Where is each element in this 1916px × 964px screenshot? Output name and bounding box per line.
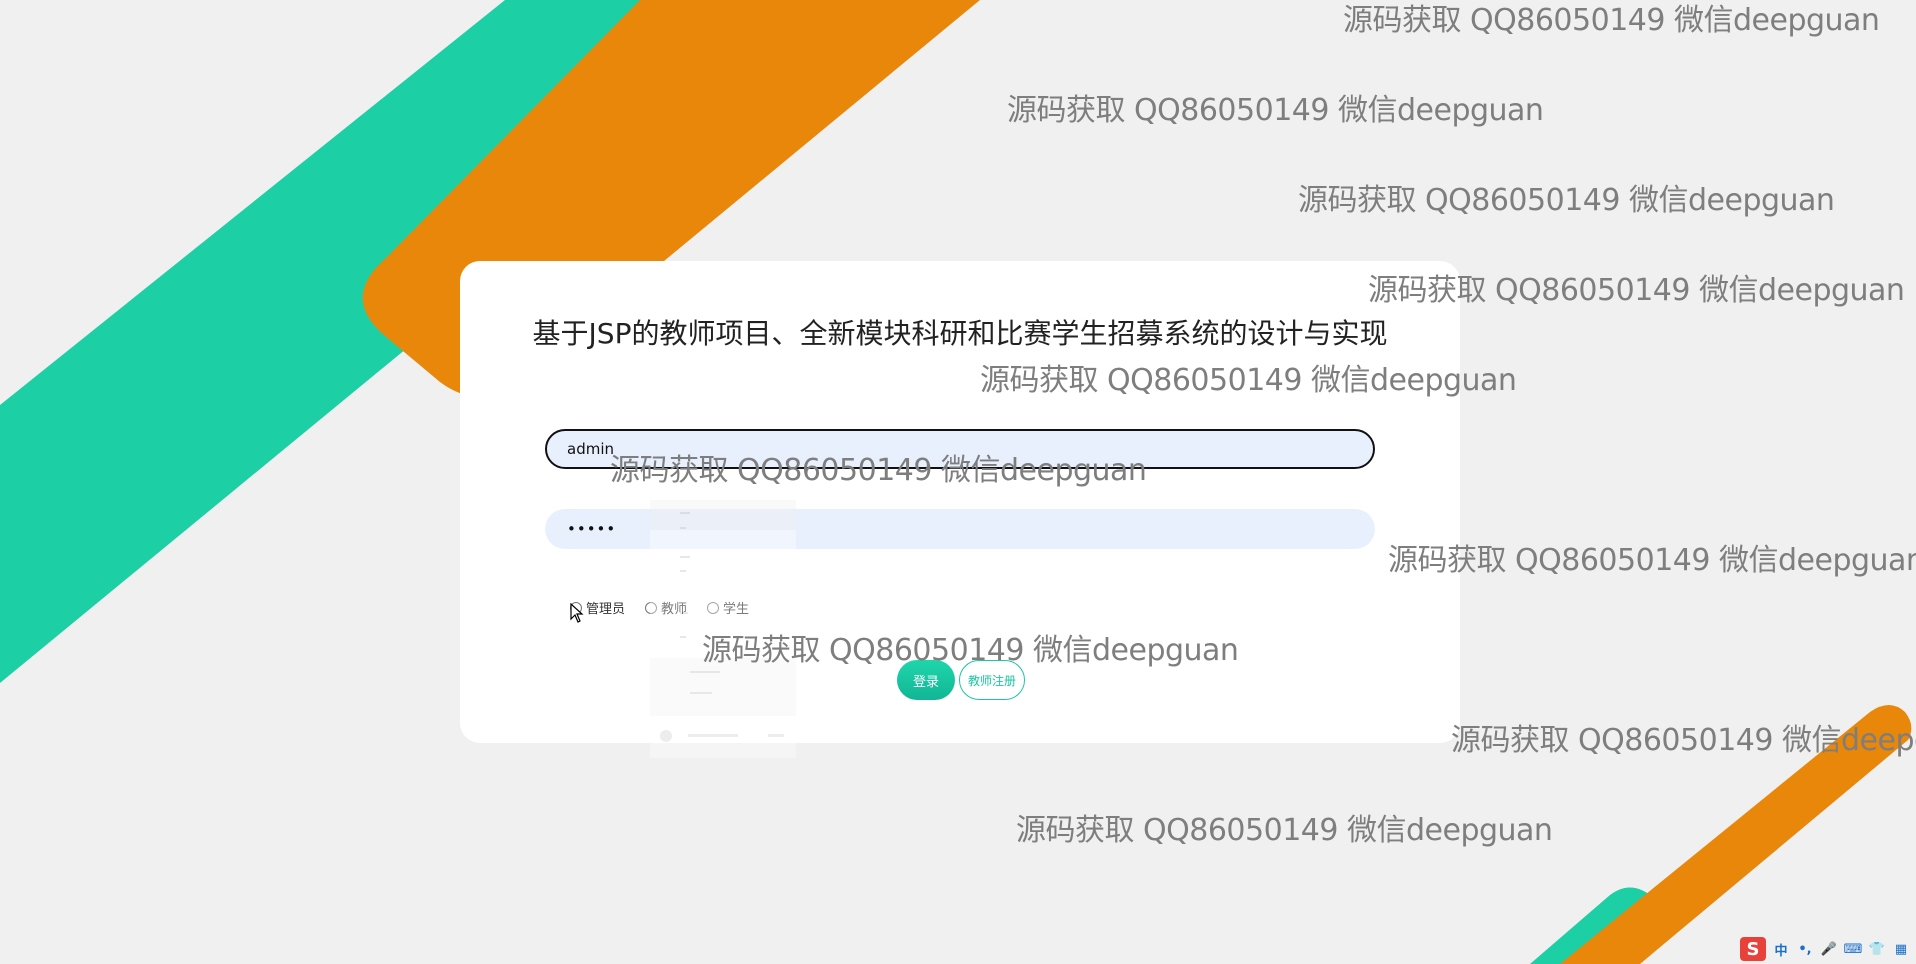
login-page: 基于JSP的教师项目、全新模块科研和比赛学生招募系统的设计与实现 管理员 教师 … bbox=[0, 0, 1916, 964]
skin-icon[interactable]: 👕 bbox=[1868, 940, 1886, 958]
system-title: 基于JSP的教师项目、全新模块科研和比赛学生招募系统的设计与实现 bbox=[532, 317, 1388, 350]
mouse-cursor-icon bbox=[570, 603, 584, 623]
ime-logo-icon[interactable]: S bbox=[1740, 937, 1766, 961]
apps-grid-icon[interactable]: ▦ bbox=[1892, 940, 1910, 958]
keyboard-icon[interactable]: ⌨ bbox=[1844, 940, 1863, 958]
role-label-student: 学生 bbox=[723, 602, 750, 617]
microphone-icon[interactable]: 🎤 bbox=[1820, 940, 1838, 958]
teacher-register-button[interactable]: 教师注册 bbox=[959, 660, 1025, 700]
ime-mode-icon[interactable]: 中 bbox=[1772, 940, 1790, 959]
role-option-teacher[interactable]: 教师 bbox=[645, 598, 687, 617]
role-radio-teacher[interactable] bbox=[645, 601, 658, 614]
punctuation-icon[interactable]: •, bbox=[1796, 940, 1814, 958]
login-card: 基于JSP的教师项目、全新模块科研和比赛学生招募系统的设计与实现 管理员 教师 … bbox=[460, 261, 1460, 743]
username-input[interactable] bbox=[545, 429, 1375, 469]
role-option-student[interactable]: 学生 bbox=[707, 598, 749, 617]
orange-corner-stripe bbox=[1560, 705, 1912, 964]
role-label-admin: 管理员 bbox=[586, 602, 626, 617]
login-button[interactable]: 登录 bbox=[897, 660, 955, 700]
password-input[interactable] bbox=[545, 509, 1375, 549]
role-radio-student[interactable] bbox=[707, 601, 720, 614]
role-selector: 管理员 教师 学生 bbox=[570, 598, 769, 617]
system-tray: S 中 •, 🎤 ⌨ 👕 ▦ bbox=[1740, 937, 1910, 961]
role-label-teacher: 教师 bbox=[661, 602, 688, 617]
